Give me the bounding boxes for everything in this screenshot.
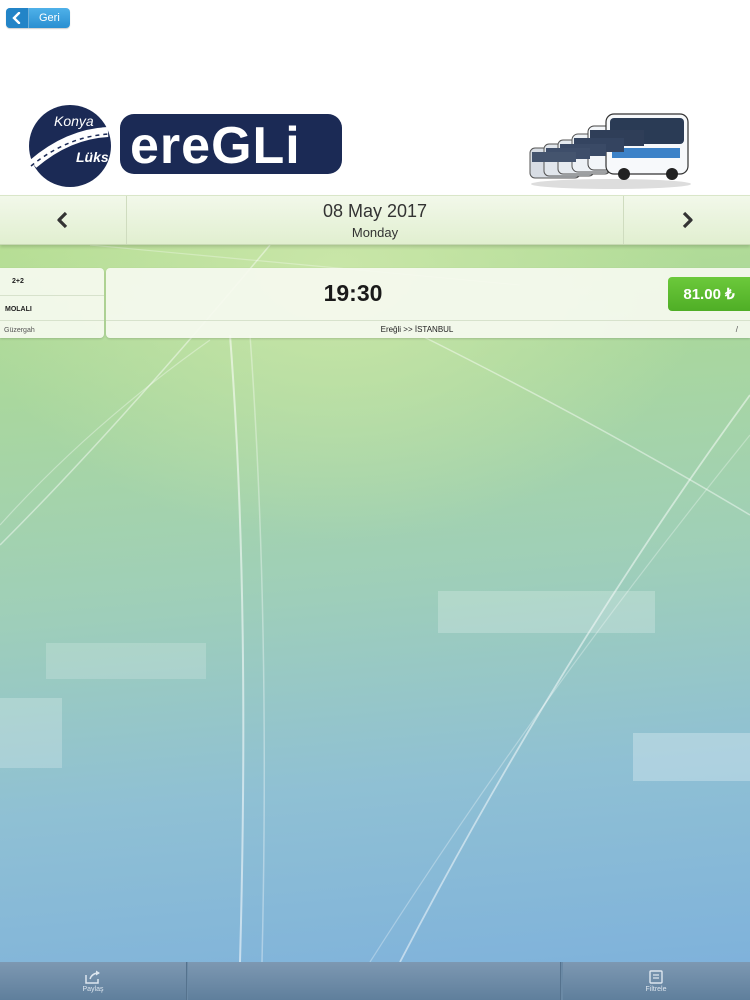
route-caption: Güzergah [4, 327, 35, 334]
company-logo: Konya Lüks ereGLi [28, 104, 348, 188]
filter-icon [649, 969, 663, 984]
svg-text:Lüks: Lüks [76, 149, 109, 165]
price-badge[interactable]: 81.00 ₺ [668, 277, 750, 311]
departure-time: 19:30 [323, 280, 383, 306]
share-label: Paylaş [82, 985, 104, 993]
divider [106, 320, 750, 321]
back-button[interactable]: Geri [6, 8, 70, 28]
next-day-button[interactable] [623, 196, 750, 244]
selected-date[interactable]: 08 May 2017 Monday [127, 196, 623, 244]
toolbar-segment [188, 962, 561, 1000]
filter-button[interactable]: Filtrele [563, 962, 749, 1000]
trip-row[interactable]: 19:30 81.00 ₺ Ereğli >> İSTANBUL / [106, 268, 750, 338]
trip-details-panel[interactable]: 2+2 MOLALI Güzergah [0, 268, 104, 338]
bottom-toolbar: Paylaş Filtrele [0, 962, 750, 1000]
trip-route: Ereğli >> İSTANBUL [380, 325, 454, 334]
chevron-left-icon [6, 8, 29, 28]
divider [0, 295, 104, 296]
svg-text:ereGLi: ereGLi [130, 117, 301, 175]
chevron-left-icon [57, 211, 68, 229]
chevron-right-icon [682, 211, 693, 229]
break-label: MOLALI [5, 306, 32, 313]
date-text: 08 May 2017 [322, 201, 428, 221]
share-icon [85, 970, 100, 984]
back-button-label: Geri [39, 12, 60, 24]
route-info-icon[interactable]: / [736, 325, 738, 334]
previous-day-button[interactable] [0, 196, 127, 244]
header-area: Geri Konya Lüks ereGLi [0, 0, 750, 195]
seat-layout: 2+2 [12, 278, 24, 285]
filter-label: Filtrele [645, 985, 667, 993]
divider [0, 320, 104, 321]
date-navigation: 08 May 2017 Monday [0, 195, 750, 245]
share-button[interactable]: Paylaş [0, 962, 186, 1000]
bus-fleet-image [526, 104, 696, 192]
svg-text:Konya: Konya [54, 113, 94, 129]
weekday-text: Monday [351, 225, 399, 240]
